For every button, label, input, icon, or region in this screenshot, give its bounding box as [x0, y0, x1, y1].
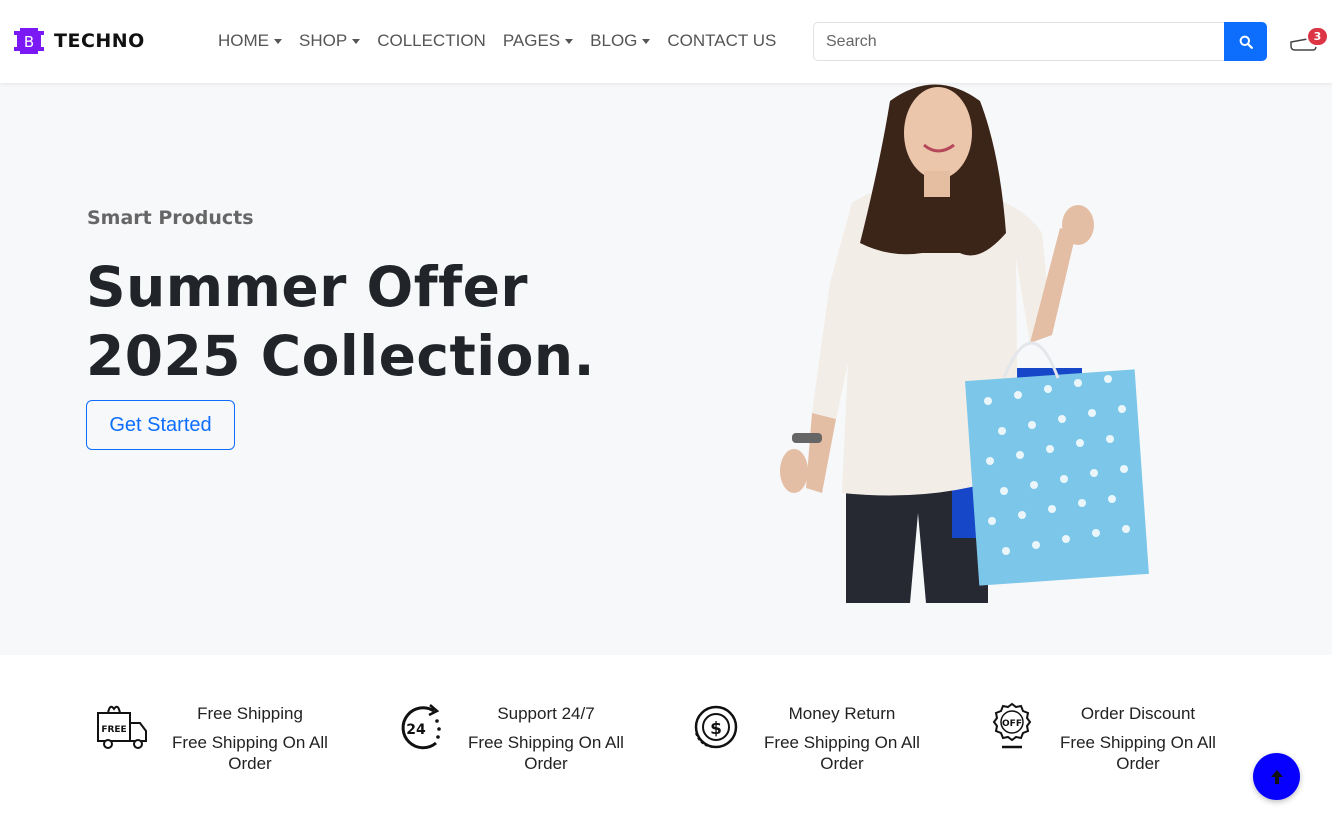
feature-title: Money Return	[788, 704, 896, 723]
caret-down-icon	[642, 39, 651, 44]
feature-title: Order Discount	[1080, 704, 1196, 723]
navbar: B TECHNO HOME SHOP COLLECTION PAGES BLOG…	[0, 0, 1332, 83]
caret-down-icon	[352, 39, 361, 44]
hero-title: Summer Offer 2025 Collection.	[86, 253, 595, 391]
hero-section: Smart Products Summer Offer 2025 Collect…	[0, 83, 1332, 655]
cart-count-badge: 3	[1306, 26, 1329, 47]
feature-desc: Free Shipping On All Order	[172, 733, 328, 773]
brand-name: TECHNO	[54, 30, 145, 52]
nav-item-pages[interactable]: PAGES	[503, 31, 574, 51]
money-return-icon: $	[694, 705, 738, 749]
nav-item-blog[interactable]: BLOG	[590, 31, 651, 51]
features-section: FREE Free Shipping Free Shipping On All …	[0, 655, 1332, 831]
feature-desc: Free Shipping On All Order	[1060, 733, 1216, 773]
support-icon-text: 24	[406, 722, 426, 738]
nav-item-collection[interactable]: COLLECTION	[377, 31, 486, 51]
support-24-icon: 24	[401, 704, 441, 750]
feature-desc: Free Shipping On All Order	[764, 733, 920, 773]
search-form	[813, 22, 1267, 61]
main-nav: HOME SHOP COLLECTION PAGES BLOG CONTACT …	[218, 31, 793, 51]
feature-support: 24 Support 24/7 Free Shipping On All Ord…	[390, 699, 690, 789]
hero-model-image	[780, 84, 1149, 603]
search-icon	[1239, 35, 1253, 49]
scroll-to-top-button[interactable]	[1253, 753, 1300, 800]
hero-eyebrow: Smart Products	[87, 207, 254, 229]
feature-desc: Free Shipping On All Order	[468, 733, 624, 773]
brand-logo-icon: B	[14, 28, 44, 54]
search-button[interactable]	[1224, 22, 1267, 61]
free-delivery-truck-icon: FREE	[97, 705, 147, 749]
discount-icon-text: OFF	[1002, 719, 1022, 729]
feature-title: Support 24/7	[497, 704, 595, 723]
hero-title-line1: Summer Offer	[86, 255, 528, 319]
feature-money-return: $ Money Return Free Shipping On All Orde…	[686, 699, 986, 789]
nav-item-contact[interactable]: CONTACT US	[667, 31, 776, 51]
hero-title-line2: 2025 Collection.	[86, 324, 595, 388]
feature-free-shipping: FREE Free Shipping Free Shipping On All …	[94, 699, 394, 789]
caret-down-icon	[274, 39, 282, 44]
arrow-up-icon	[1270, 769, 1283, 784]
nav-item-home[interactable]: HOME	[218, 31, 282, 51]
brand-logo-letter: B	[24, 33, 34, 51]
feature-title: Free Shipping	[197, 704, 303, 723]
discount-badge-icon: OFF	[992, 702, 1032, 749]
get-started-button[interactable]: Get Started	[86, 400, 235, 450]
cart-button[interactable]: 3	[1289, 24, 1331, 58]
search-input[interactable]	[813, 22, 1224, 61]
free-icon-text: FREE	[101, 725, 126, 735]
feature-order-discount: OFF Order Discount Free Shipping On All …	[982, 699, 1282, 789]
brand-link[interactable]: B TECHNO	[14, 28, 145, 54]
money-icon-text: $	[710, 719, 722, 739]
caret-down-icon	[565, 39, 574, 44]
nav-item-shop[interactable]: SHOP	[299, 31, 361, 51]
